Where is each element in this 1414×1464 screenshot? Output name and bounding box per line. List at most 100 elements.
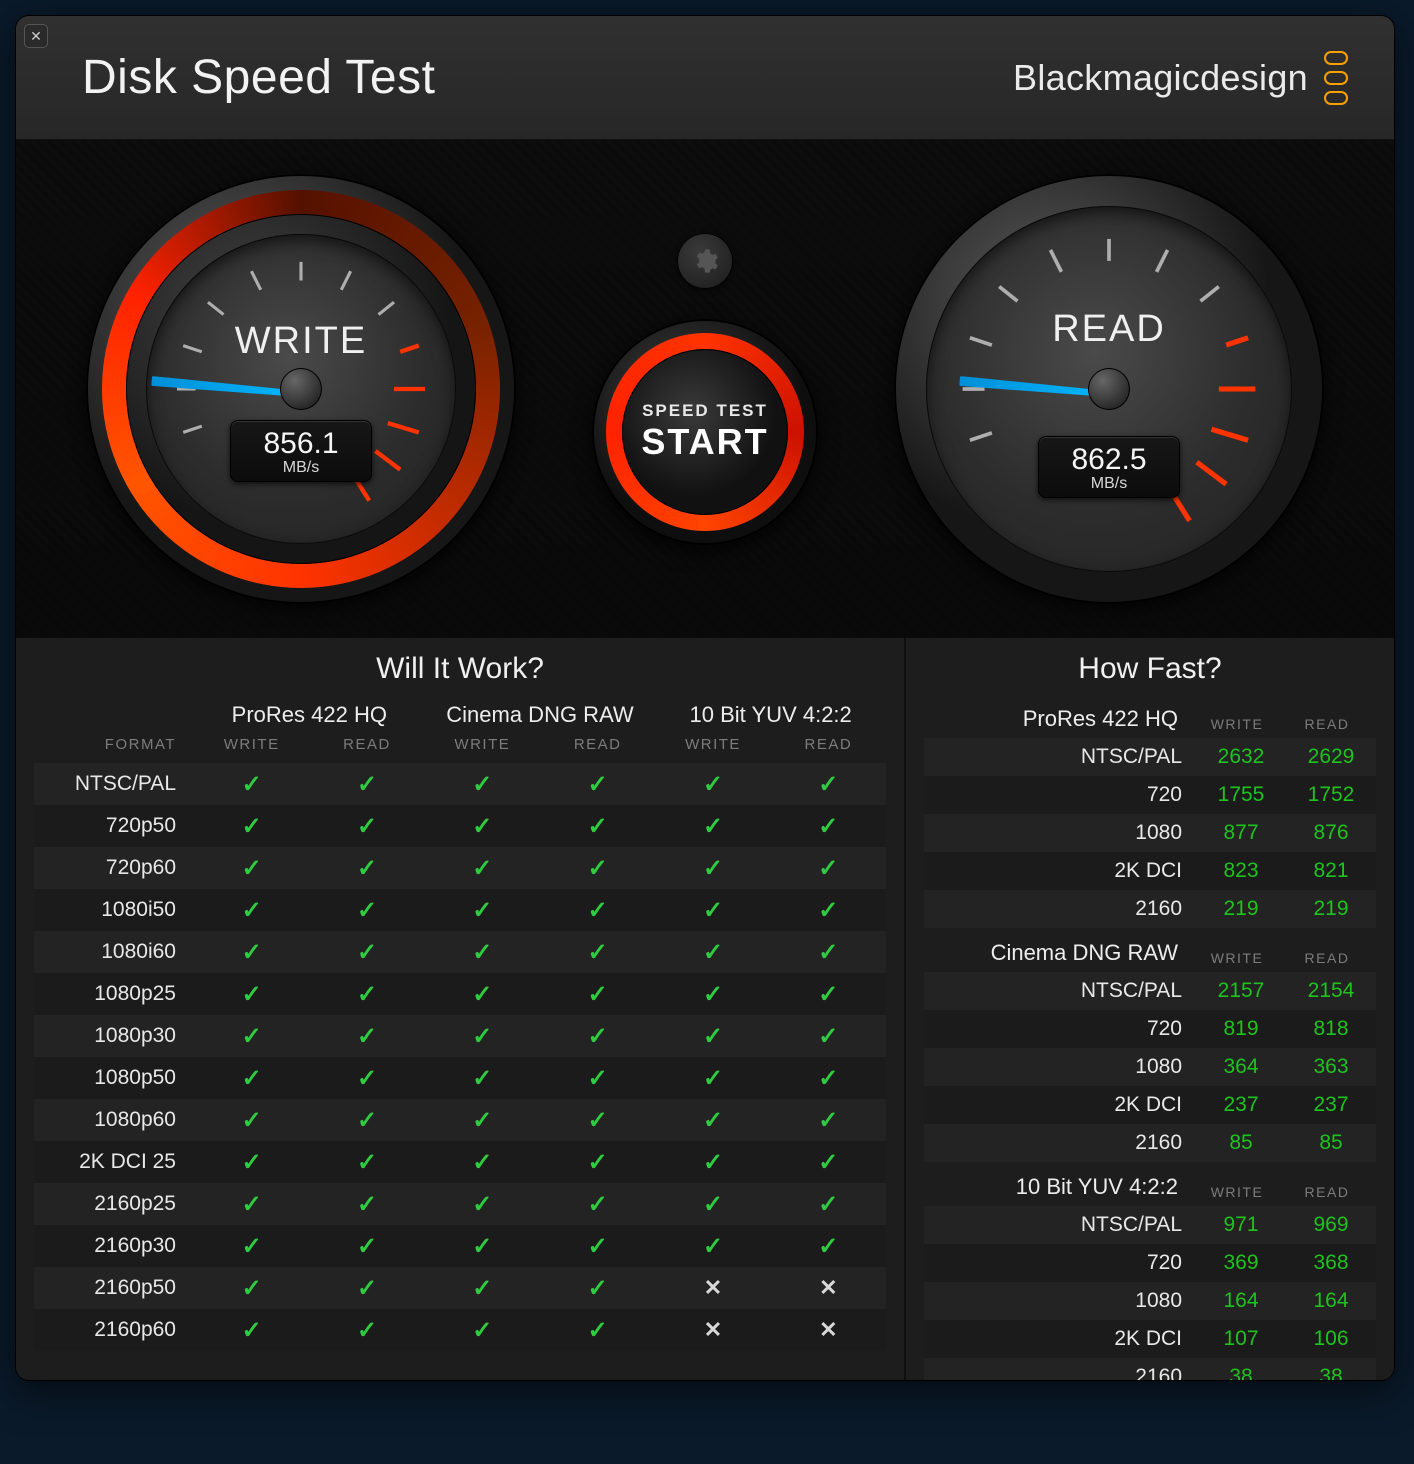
check-icon: ✓: [194, 1064, 309, 1093]
codec-header: Cinema DNG RAW: [425, 702, 656, 732]
check-icon: ✓: [655, 770, 770, 799]
check-icon: ✓: [655, 1232, 770, 1261]
codec-header: 10 Bit YUV 4:2:2: [928, 1174, 1192, 1200]
write-value: 369: [1196, 1251, 1286, 1275]
settings-button[interactable]: [677, 233, 733, 289]
sub-header: WRITE: [1192, 1184, 1282, 1200]
read-value: 219: [1286, 897, 1376, 921]
table-row: 1080877876: [924, 814, 1376, 852]
how-fast-title: How Fast?: [924, 652, 1376, 686]
check-icon: ✓: [309, 938, 424, 967]
will-it-work-panel: Will It Work? ProRes 422 HQCinema DNG RA…: [16, 638, 906, 1380]
check-icon: ✓: [540, 980, 655, 1009]
check-icon: ✓: [309, 770, 424, 799]
read-value: 368: [1286, 1251, 1376, 1275]
check-icon: ✓: [655, 1148, 770, 1177]
check-icon: ✓: [194, 812, 309, 841]
table-row: NTSC/PAL26322629: [924, 738, 1376, 776]
format-label: 1080p60: [34, 1108, 194, 1132]
format-label: 1080: [924, 1055, 1196, 1079]
check-icon: ✓: [309, 980, 424, 1009]
write-value: 219: [1196, 897, 1286, 921]
check-icon: ✓: [655, 1106, 770, 1135]
check-icon: ✓: [425, 1064, 540, 1093]
sub-header: READ: [1282, 1184, 1372, 1200]
check-icon: ✓: [425, 770, 540, 799]
write-gauge: WRITE 856.1 MB/s: [86, 174, 516, 604]
read-value: 164: [1286, 1289, 1376, 1313]
sub-header: WRITE: [1192, 716, 1282, 732]
read-value: 237: [1286, 1093, 1376, 1117]
format-label: 2160: [924, 1365, 1196, 1381]
sub-header: READ: [1282, 716, 1372, 732]
read-value: 363: [1286, 1055, 1376, 1079]
read-value: 38: [1286, 1365, 1376, 1381]
write-value: 877: [1196, 821, 1286, 845]
format-label: 720: [924, 1251, 1196, 1275]
read-value: 818: [1286, 1017, 1376, 1041]
check-icon: ✓: [540, 1022, 655, 1051]
table-row: 1080364363: [924, 1048, 1376, 1086]
check-icon: ✓: [425, 1106, 540, 1135]
check-icon: ✓: [771, 1232, 886, 1261]
format-label: 1080p25: [34, 982, 194, 1006]
bottom-panels: Will It Work? ProRes 422 HQCinema DNG RA…: [16, 638, 1394, 1380]
table-row: 1080p30✓✓✓✓✓✓: [34, 1015, 886, 1057]
check-icon: ✓: [309, 896, 424, 925]
close-button[interactable]: ✕: [24, 24, 48, 48]
table-row: 1080i50✓✓✓✓✓✓: [34, 889, 886, 931]
table-row: NTSC/PAL971969: [924, 1206, 1376, 1244]
how-fast-panel: How Fast? ProRes 422 HQWRITEREADNTSC/PAL…: [906, 638, 1394, 1380]
read-value: 85: [1286, 1131, 1376, 1155]
check-icon: ✓: [425, 1148, 540, 1177]
check-icon: ✓: [655, 1022, 770, 1051]
check-icon: ✓: [771, 770, 886, 799]
table-row: 2160219219: [924, 890, 1376, 928]
format-label: 2K DCI 25: [34, 1150, 194, 1174]
check-icon: ✓: [540, 1232, 655, 1261]
table-row: 1080p60✓✓✓✓✓✓: [34, 1099, 886, 1141]
check-icon: ✓: [194, 1022, 309, 1051]
format-label: 2160p60: [34, 1318, 194, 1342]
check-icon: ✓: [655, 896, 770, 925]
check-icon: ✓: [771, 1106, 886, 1135]
sub-header: READ: [309, 732, 424, 763]
gear-icon: [691, 247, 719, 275]
table-row: 720819818: [924, 1010, 1376, 1048]
write-hub: [280, 368, 322, 410]
sub-header: WRITE: [655, 732, 770, 763]
codec-group: Cinema DNG RAWWRITEREADNTSC/PAL215721547…: [924, 936, 1376, 1162]
check-icon: ✓: [655, 980, 770, 1009]
gauge-area: WRITE 856.1 MB/s SPEED TEST START: [16, 140, 1394, 638]
check-icon: ✓: [540, 1148, 655, 1177]
check-icon: ✓: [540, 896, 655, 925]
format-label: 1080: [924, 1289, 1196, 1313]
table-row: NTSC/PAL21572154: [924, 972, 1376, 1010]
check-icon: ✓: [309, 1232, 424, 1261]
write-unit: MB/s: [235, 459, 367, 477]
sub-header: WRITE: [425, 732, 540, 763]
check-icon: ✓: [771, 1148, 886, 1177]
app-window: ✕ Disk Speed Test Blackmagicdesign: [15, 15, 1395, 1381]
check-icon: ✓: [194, 980, 309, 1009]
table-row: 1080p50✓✓✓✓✓✓: [34, 1057, 886, 1099]
table-row: 2K DCI 25✓✓✓✓✓✓: [34, 1141, 886, 1183]
check-icon: ✓: [540, 812, 655, 841]
codec-header: ProRes 422 HQ: [928, 706, 1192, 732]
format-label: 1080i60: [34, 940, 194, 964]
check-icon: ✓: [771, 854, 886, 883]
app-title: Disk Speed Test: [82, 50, 435, 105]
format-header: FORMAT: [34, 732, 194, 763]
format-label: 1080p30: [34, 1024, 194, 1048]
check-icon: ✓: [309, 1274, 424, 1303]
write-readout: 856.1 MB/s: [230, 420, 372, 482]
check-icon: ✓: [771, 812, 886, 841]
format-label: NTSC/PAL: [34, 772, 194, 796]
check-icon: ✓: [309, 812, 424, 841]
start-button[interactable]: SPEED TEST START: [592, 319, 818, 545]
read-unit: MB/s: [1043, 475, 1175, 493]
check-icon: ✓: [425, 980, 540, 1009]
table-row: 720p50✓✓✓✓✓✓: [34, 805, 886, 847]
read-readout: 862.5 MB/s: [1038, 436, 1180, 498]
read-value: 106: [1286, 1327, 1376, 1351]
